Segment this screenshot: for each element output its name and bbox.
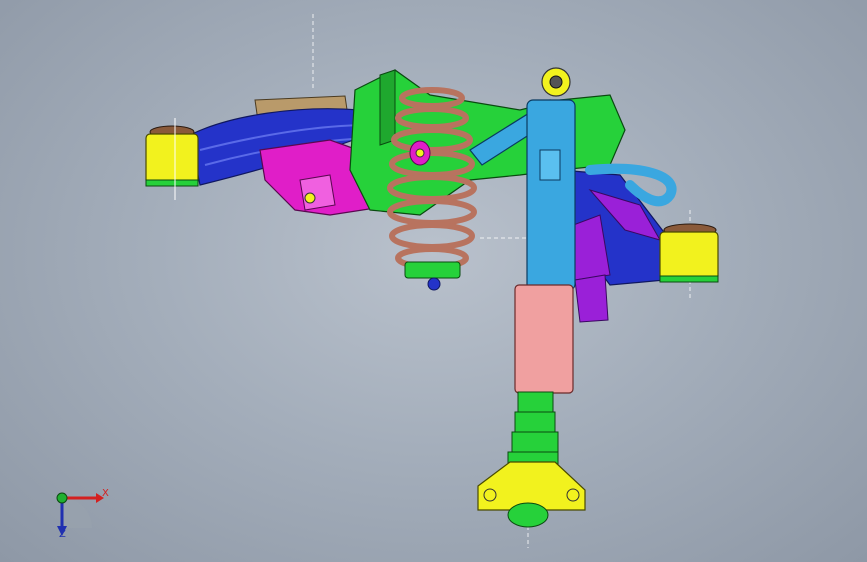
suspension-assembly-model[interactable] — [0, 0, 867, 562]
right-control-arm[interactable] — [559, 169, 671, 323]
bushing-left[interactable] — [145, 118, 199, 200]
x-axis-label: X — [102, 488, 109, 499]
coordinate-triad: X Z — [48, 484, 118, 544]
cad-3d-viewport[interactable]: X Z — [0, 0, 867, 562]
bushing-right[interactable] — [659, 223, 719, 283]
z-axis-label: Z — [59, 529, 66, 540]
